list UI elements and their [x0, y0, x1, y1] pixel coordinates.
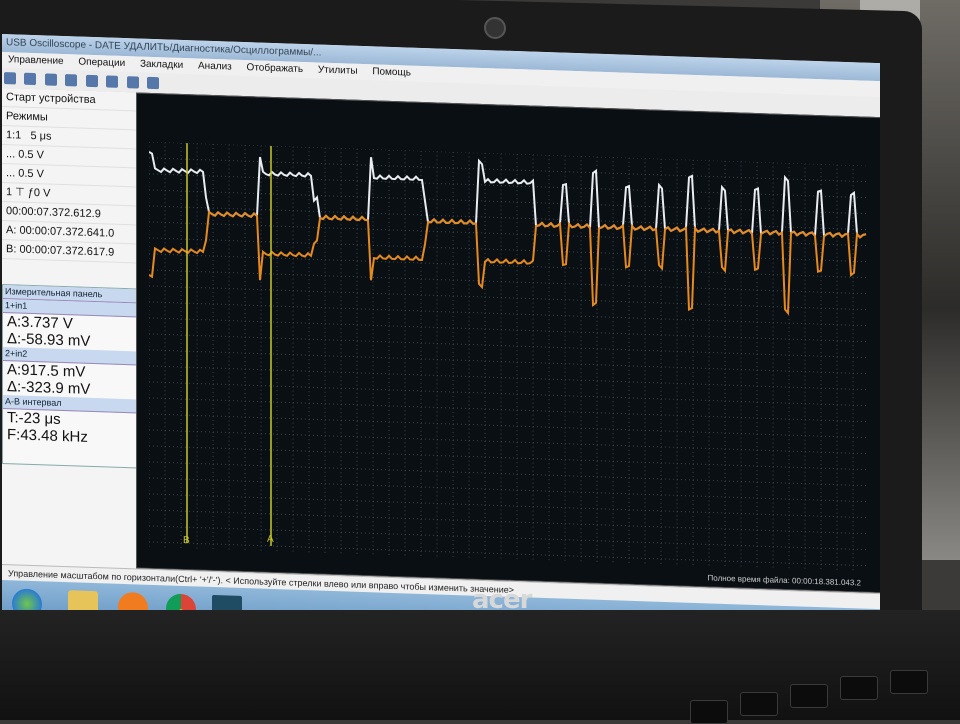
marker-b-time: B: 00:00:07.372.617.9	[2, 240, 136, 264]
print-icon[interactable]	[24, 72, 37, 86]
key	[790, 684, 828, 708]
menu-operations[interactable]: Операции	[72, 54, 131, 72]
measure-icon[interactable]	[85, 74, 98, 88]
grid-line	[149, 477, 867, 503]
cursor-a-label: A	[267, 534, 274, 545]
grid-line	[149, 317, 867, 343]
key	[840, 676, 878, 700]
interval-frequency: F:43.48 kHz	[7, 426, 88, 446]
grid-line	[149, 349, 867, 375]
measure-panel: Измерительная панель 1+in1 A:3.737 V Δ:-…	[2, 284, 140, 469]
check-icon[interactable]	[106, 75, 119, 88]
grid-line	[149, 397, 867, 423]
grid-line	[149, 493, 867, 519]
key	[690, 700, 728, 724]
cursor-b-label: B	[183, 535, 190, 546]
grid-line	[149, 365, 867, 391]
grid-line	[149, 141, 867, 167]
help-icon[interactable]	[147, 76, 160, 90]
grid-line	[149, 381, 867, 407]
grid-line	[149, 525, 867, 551]
file-time-label: Полное время файла: 00:00:18.381.043.2	[707, 573, 861, 588]
grid-line	[149, 445, 867, 471]
grid-line	[149, 269, 867, 295]
grid-line	[149, 541, 867, 567]
menu-analysis[interactable]: Анализ	[192, 58, 238, 76]
menu-bookmarks[interactable]: Закладки	[134, 56, 189, 74]
key	[890, 670, 928, 694]
grid-line	[149, 301, 867, 327]
grid-line	[149, 509, 867, 535]
channel2-waveform	[149, 210, 867, 316]
grid-line	[149, 333, 867, 359]
grid-line	[149, 429, 867, 455]
grid-line	[149, 413, 867, 439]
grid-line	[149, 157, 867, 183]
oscilloscope-display[interactable]: B A Полное время файла: 00:00:18.381.043…	[136, 92, 880, 594]
webcam-icon	[484, 16, 506, 40]
menu-help[interactable]: Помощь	[366, 64, 417, 82]
timebase-ratio: 1:1	[6, 129, 22, 142]
save-icon[interactable]	[4, 72, 16, 85]
grid-line	[149, 461, 867, 487]
grid-line	[149, 285, 867, 311]
menu-utilities[interactable]: Утилиты	[312, 62, 364, 80]
laptop-screen: USB Oscilloscope - DATE УДАЛИТЬ/Диагност…	[2, 34, 880, 658]
keyboard	[0, 610, 960, 724]
key	[740, 692, 778, 716]
waveform-grid: B A	[149, 141, 867, 574]
zoom-icon[interactable]	[44, 73, 57, 86]
grid-icon[interactable]	[126, 76, 139, 89]
cursor-icon[interactable]	[65, 74, 78, 87]
timebase-value: 5 μs	[30, 129, 52, 143]
